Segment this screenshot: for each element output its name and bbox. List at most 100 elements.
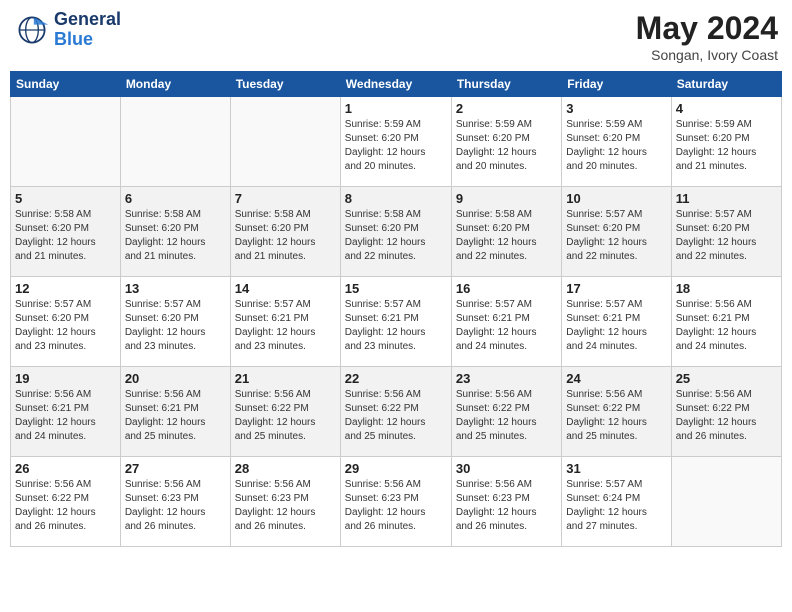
day-number: 31 [566,461,666,476]
logo-icon [14,12,50,48]
calendar-cell: 14 Sunrise: 5:57 AM Sunset: 6:21 PM Dayli… [230,277,340,367]
day-info: Sunrise: 5:56 AM Sunset: 6:21 PM Dayligh… [676,298,777,354]
day-info: Sunrise: 5:56 AM Sunset: 6:23 PM Dayligh… [125,478,226,534]
calendar-week-row: 19 Sunrise: 5:56 AM Sunset: 6:21 PM Dayli… [11,367,782,457]
day-info: Sunrise: 5:56 AM Sunset: 6:22 PM Dayligh… [345,388,447,444]
title-area: May 2024 Songan, Ivory Coast [636,10,778,63]
day-number: 1 [345,101,447,116]
day-number: 17 [566,281,666,296]
calendar-cell: 22 Sunrise: 5:56 AM Sunset: 6:22 PM Dayli… [340,367,451,457]
day-info: Sunrise: 5:58 AM Sunset: 6:20 PM Dayligh… [456,208,557,264]
calendar-cell: 18Sunrise: 5:56 AM Sunset: 6:21 PM Dayli… [671,277,781,367]
day-info: Sunrise: 5:56 AM Sunset: 6:21 PM Dayligh… [15,388,116,444]
day-number: 13 [125,281,226,296]
calendar-cell: 12Sunrise: 5:57 AM Sunset: 6:20 PM Dayli… [11,277,121,367]
day-info: Sunrise: 5:56 AM Sunset: 6:23 PM Dayligh… [456,478,557,534]
calendar-cell: 26 Sunrise: 5:56 AM Sunset: 6:22 PM Dayli… [11,457,121,547]
calendar-cell: 5 Sunrise: 5:58 AM Sunset: 6:20 PM Daylig… [11,187,121,277]
calendar-cell: 17Sunrise: 5:57 AM Sunset: 6:21 PM Dayli… [562,277,671,367]
day-info: Sunrise: 5:56 AM Sunset: 6:23 PM Dayligh… [345,478,447,534]
calendar-cell: 23 Sunrise: 5:56 AM Sunset: 6:22 PM Dayli… [451,367,561,457]
calendar-cell [671,457,781,547]
calendar-cell: 25Sunrise: 5:56 AM Sunset: 6:22 PM Dayli… [671,367,781,457]
day-number: 2 [456,101,557,116]
day-info: Sunrise: 5:56 AM Sunset: 6:22 PM Dayligh… [235,388,336,444]
calendar-cell: 13Sunrise: 5:57 AM Sunset: 6:20 PM Dayli… [120,277,230,367]
page-header: General Blue May 2024 Songan, Ivory Coas… [10,10,782,63]
calendar-cell: 28 Sunrise: 5:56 AM Sunset: 6:23 PM Dayli… [230,457,340,547]
calendar-cell: 31 Sunrise: 5:57 AM Sunset: 6:24 PM Dayli… [562,457,671,547]
day-number: 30 [456,461,557,476]
calendar-cell: 1 Sunrise: 5:59 AM Sunset: 6:20 PM Daylig… [340,97,451,187]
day-info: Sunrise: 5:57 AM Sunset: 6:20 PM Dayligh… [566,208,666,264]
day-number: 8 [345,191,447,206]
day-number: 9 [456,191,557,206]
day-number: 11 [676,191,777,206]
day-number: 23 [456,371,557,386]
calendar-cell: 3 Sunrise: 5:59 AM Sunset: 6:20 PM Daylig… [562,97,671,187]
day-number: 10 [566,191,666,206]
day-info: Sunrise: 5:57 AM Sunset: 6:21 PM Dayligh… [345,298,447,354]
day-number: 27 [125,461,226,476]
calendar-week-row: 1 Sunrise: 5:59 AM Sunset: 6:20 PM Daylig… [11,97,782,187]
column-header-thursday: Thursday [451,72,561,97]
day-info: Sunrise: 5:59 AM Sunset: 6:20 PM Dayligh… [345,118,447,174]
calendar-cell: 9 Sunrise: 5:58 AM Sunset: 6:20 PM Daylig… [451,187,561,277]
calendar-week-row: 26 Sunrise: 5:56 AM Sunset: 6:22 PM Dayli… [11,457,782,547]
calendar-cell: 8 Sunrise: 5:58 AM Sunset: 6:20 PM Daylig… [340,187,451,277]
day-info: Sunrise: 5:58 AM Sunset: 6:20 PM Dayligh… [235,208,336,264]
day-number: 20 [125,371,226,386]
day-number: 3 [566,101,666,116]
day-number: 26 [15,461,116,476]
day-number: 15 [345,281,447,296]
calendar-week-row: 12Sunrise: 5:57 AM Sunset: 6:20 PM Dayli… [11,277,782,367]
calendar-cell: 15 Sunrise: 5:57 AM Sunset: 6:21 PM Dayli… [340,277,451,367]
column-header-saturday: Saturday [671,72,781,97]
day-info: Sunrise: 5:56 AM Sunset: 6:23 PM Dayligh… [235,478,336,534]
day-info: Sunrise: 5:56 AM Sunset: 6:22 PM Dayligh… [456,388,557,444]
calendar-cell [120,97,230,187]
day-info: Sunrise: 5:59 AM Sunset: 6:20 PM Dayligh… [676,118,777,174]
day-info: Sunrise: 5:58 AM Sunset: 6:20 PM Dayligh… [125,208,226,264]
day-info: Sunrise: 5:58 AM Sunset: 6:20 PM Dayligh… [15,208,116,264]
calendar-cell: 30 Sunrise: 5:56 AM Sunset: 6:23 PM Dayli… [451,457,561,547]
day-info: Sunrise: 5:56 AM Sunset: 6:22 PM Dayligh… [676,388,777,444]
day-info: Sunrise: 5:57 AM Sunset: 6:24 PM Dayligh… [566,478,666,534]
day-info: Sunrise: 5:56 AM Sunset: 6:22 PM Dayligh… [15,478,116,534]
day-info: Sunrise: 5:59 AM Sunset: 6:20 PM Dayligh… [566,118,666,174]
day-number: 7 [235,191,336,206]
calendar-cell: 24Sunrise: 5:56 AM Sunset: 6:22 PM Dayli… [562,367,671,457]
calendar-header-row: SundayMondayTuesdayWednesdayThursdayFrid… [11,72,782,97]
day-number: 19 [15,371,116,386]
day-number: 12 [15,281,116,296]
calendar-cell: 7 Sunrise: 5:58 AM Sunset: 6:20 PM Daylig… [230,187,340,277]
day-number: 14 [235,281,336,296]
day-info: Sunrise: 5:58 AM Sunset: 6:20 PM Dayligh… [345,208,447,264]
column-header-friday: Friday [562,72,671,97]
column-header-tuesday: Tuesday [230,72,340,97]
day-info: Sunrise: 5:59 AM Sunset: 6:20 PM Dayligh… [456,118,557,174]
calendar-cell: 20 Sunrise: 5:56 AM Sunset: 6:21 PM Dayli… [120,367,230,457]
calendar-table: SundayMondayTuesdayWednesdayThursdayFrid… [10,71,782,547]
calendar-cell: 10 Sunrise: 5:57 AM Sunset: 6:20 PM Dayli… [562,187,671,277]
logo-text: General Blue [54,10,121,50]
location-subtitle: Songan, Ivory Coast [636,47,778,63]
calendar-cell: 27 Sunrise: 5:56 AM Sunset: 6:23 PM Dayli… [120,457,230,547]
calendar-week-row: 5 Sunrise: 5:58 AM Sunset: 6:20 PM Daylig… [11,187,782,277]
column-header-monday: Monday [120,72,230,97]
day-info: Sunrise: 5:57 AM Sunset: 6:21 PM Dayligh… [235,298,336,354]
day-number: 5 [15,191,116,206]
calendar-cell: 19 Sunrise: 5:56 AM Sunset: 6:21 PM Dayli… [11,367,121,457]
calendar-cell [11,97,121,187]
calendar-cell: 11 Sunrise: 5:57 AM Sunset: 6:20 PM Dayli… [671,187,781,277]
calendar-cell: 21Sunrise: 5:56 AM Sunset: 6:22 PM Dayli… [230,367,340,457]
day-number: 22 [345,371,447,386]
month-year-title: May 2024 [636,10,778,47]
day-number: 28 [235,461,336,476]
day-number: 24 [566,371,666,386]
day-info: Sunrise: 5:56 AM Sunset: 6:21 PM Dayligh… [125,388,226,444]
calendar-cell: 16Sunrise: 5:57 AM Sunset: 6:21 PM Dayli… [451,277,561,367]
calendar-cell: 2 Sunrise: 5:59 AM Sunset: 6:20 PM Daylig… [451,97,561,187]
day-info: Sunrise: 5:57 AM Sunset: 6:20 PM Dayligh… [676,208,777,264]
calendar-cell: 4Sunrise: 5:59 AM Sunset: 6:20 PM Daylig… [671,97,781,187]
